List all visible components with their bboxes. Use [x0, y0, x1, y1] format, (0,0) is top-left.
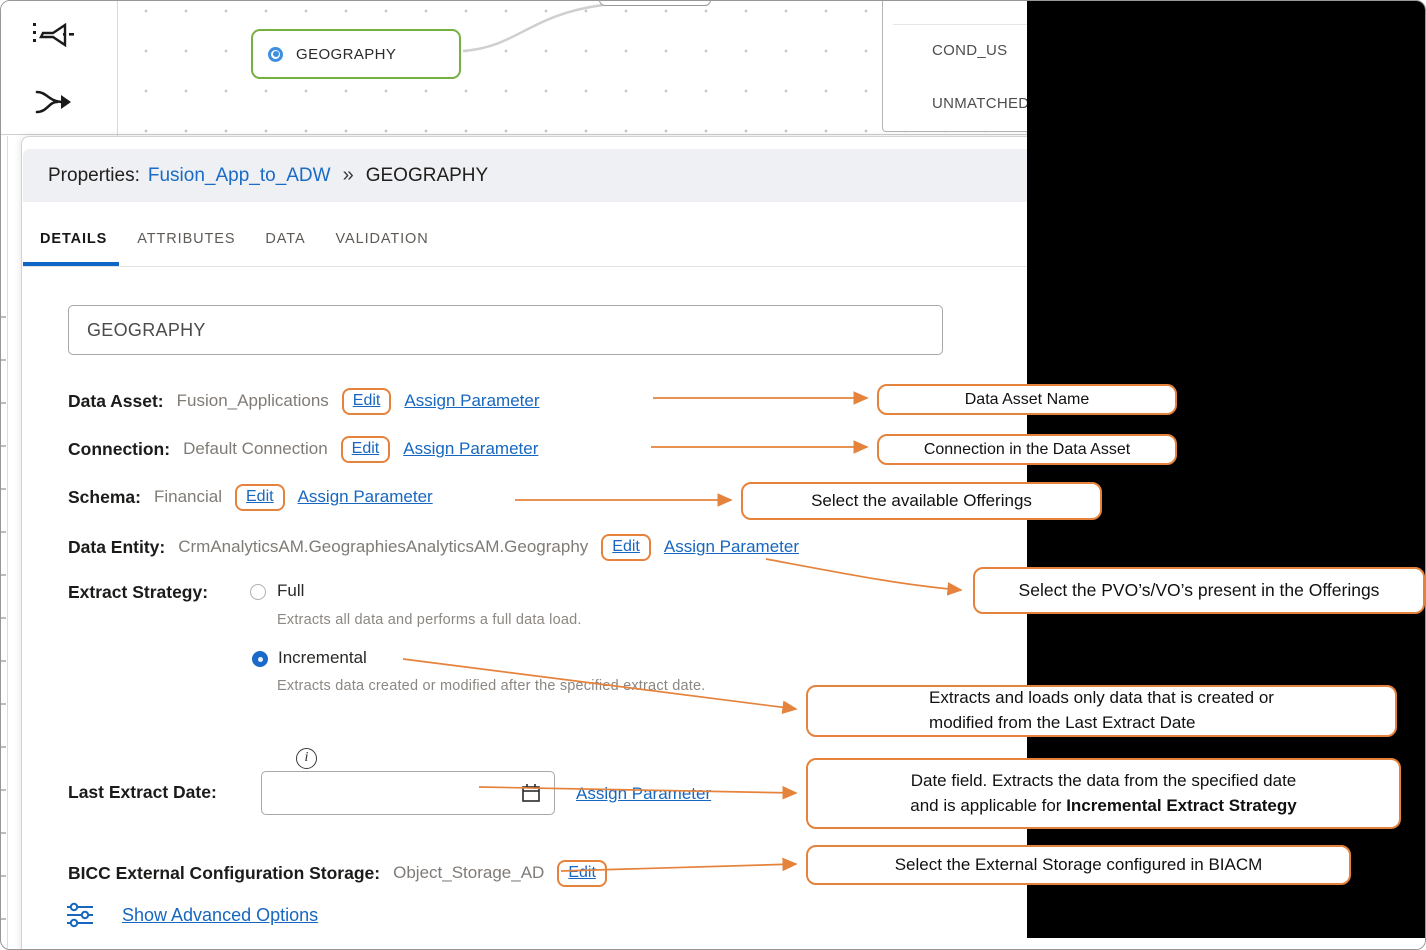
target-operator-icon [268, 47, 283, 62]
callout-date-line1: Date field. Extracts the data from the s… [910, 769, 1296, 794]
partial-node[interactable] [599, 0, 711, 6]
full-option-desc: Extracts all data and performs a full da… [277, 612, 582, 628]
breadcrumb-separator: » [339, 164, 358, 187]
merge-operator-icon[interactable] [33, 84, 73, 120]
schema-row: Schema: Financial Edit Assign Parameter [68, 479, 433, 515]
connection-row: Connection: Default Connection Edit Assi… [68, 431, 538, 467]
data-entity-edit-button[interactable]: Edit [601, 534, 651, 561]
node-label: GEOGRAPHY [296, 46, 396, 63]
bicc-value: Object_Storage_AD [393, 863, 544, 883]
extract-strategy-label: Extract Strategy: [68, 582, 208, 603]
calendar-icon[interactable] [520, 782, 542, 804]
canvas-border [1, 134, 1027, 135]
callout-incremental-line1: Extracts and loads only data that is cre… [929, 686, 1274, 711]
data-entity-label: Data Entity: [68, 537, 165, 558]
data-asset-row: Data Asset: Fusion_Applications Edit Ass… [68, 383, 540, 419]
geography-node[interactable]: GEOGRAPHY [251, 29, 461, 79]
schema-edit-button[interactable]: Edit [235, 484, 285, 511]
full-option-label: Full [277, 581, 304, 601]
list-item[interactable]: UNMATCHED [932, 95, 1029, 112]
schema-assign-parameter-link[interactable]: Assign Parameter [298, 487, 433, 507]
schema-label: Schema: [68, 487, 141, 508]
filter-operator-icon[interactable] [29, 15, 77, 59]
callout-incremental: Extracts and loads only data that is cre… [806, 685, 1397, 737]
tab-validation[interactable]: VALIDATION [336, 231, 429, 247]
incremental-radio[interactable] [252, 651, 268, 667]
bicc-edit-button[interactable]: Edit [557, 860, 607, 887]
connection-assign-parameter-link[interactable]: Assign Parameter [403, 439, 538, 459]
tab-details[interactable]: DETAILS [40, 231, 107, 247]
callout-data-entity: Select the PVO’s/VO’s present in the Off… [973, 567, 1425, 614]
last-extract-date-input[interactable] [261, 771, 555, 815]
data-asset-assign-parameter-link[interactable]: Assign Parameter [404, 391, 539, 411]
schema-value: Financial [154, 487, 222, 507]
bicc-row: BICC External Configuration Storage: Obj… [68, 855, 607, 891]
callout-last-extract-date: Date field. Extracts the data from the s… [806, 758, 1401, 829]
data-asset-edit-button[interactable]: Edit [342, 388, 392, 415]
operator-toolbar [1, 1, 118, 136]
breadcrumb-node-name: GEOGRAPHY [366, 165, 488, 187]
callout-connection: Connection in the Data Asset [877, 434, 1177, 465]
connection-value: Default Connection [183, 439, 328, 459]
data-entity-row: Data Entity: CrmAnalyticsAM.GeographiesA… [68, 529, 799, 565]
callout-schema: Select the available Offerings [741, 482, 1102, 520]
identifier-input[interactable] [68, 305, 943, 355]
connection-label: Connection: [68, 439, 170, 460]
last-extract-date-label: Last Extract Date: [68, 782, 217, 803]
connection-edit-button[interactable]: Edit [341, 436, 391, 463]
left-strip-dots [1, 316, 6, 936]
bicc-label: BICC External Configuration Storage: [68, 863, 380, 884]
data-entity-assign-parameter-link[interactable]: Assign Parameter [664, 537, 799, 557]
app-window: GEOGRAPHY COND_IN COND_US UNMATCHED [0, 0, 1426, 950]
info-icon[interactable]: i [296, 748, 317, 769]
full-radio[interactable] [250, 584, 266, 600]
properties-header: Properties: Fusion_App_to_ADW » GEOGRAPH… [23, 149, 1028, 202]
incremental-option-desc: Extracts data created or modified after … [277, 678, 705, 694]
data-asset-value: Fusion_Applications [177, 391, 329, 411]
sliders-icon [66, 902, 94, 928]
advanced-options-row: Show Advanced Options [66, 902, 318, 928]
tab-divider [23, 266, 1028, 267]
callout-bicc: Select the External Storage configured i… [806, 845, 1351, 885]
show-advanced-options-link[interactable]: Show Advanced Options [122, 905, 318, 926]
data-entity-value: CrmAnalyticsAM.GeographiesAnalyticsAM.Ge… [178, 537, 588, 557]
tab-attributes[interactable]: ATTRIBUTES [137, 231, 235, 247]
callout-incremental-line2: modified from the Last Extract Date [929, 711, 1274, 736]
list-item[interactable]: COND_US [932, 42, 1007, 59]
tab-bar: DETAILS ATTRIBUTES DATA VALIDATION [23, 212, 1028, 265]
date-assign-parameter-link[interactable]: Assign Parameter [576, 784, 711, 804]
data-asset-label: Data Asset: [68, 391, 164, 412]
left-strip-border [7, 136, 8, 950]
callout-data-asset: Data Asset Name [877, 384, 1177, 415]
callout-date-line2: and is applicable for Incremental Extrac… [910, 794, 1296, 819]
breadcrumb-flow-link[interactable]: Fusion_App_to_ADW [148, 165, 331, 187]
properties-title: Properties: [48, 165, 140, 187]
tab-data[interactable]: DATA [265, 231, 305, 247]
incremental-option-label: Incremental [278, 648, 367, 668]
